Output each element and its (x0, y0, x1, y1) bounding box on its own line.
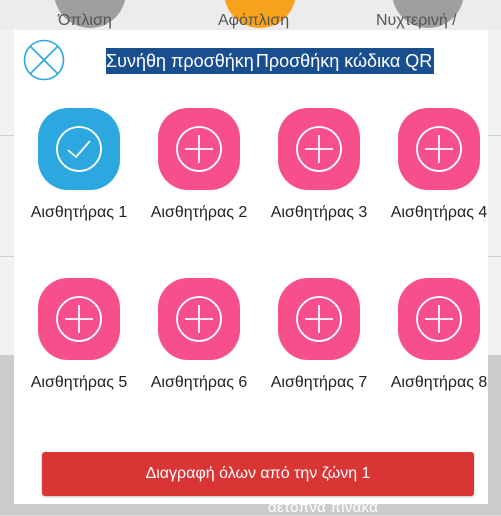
sensor-selected-badge (38, 108, 120, 190)
sensor-add-badge (398, 108, 480, 190)
plus-icon (176, 126, 222, 172)
sensor-add-badge (158, 278, 240, 360)
plus-icon (176, 296, 222, 342)
sensor-label: Αισθητήρας 4 (390, 204, 488, 221)
sensor-label: Αισθητήρας 5 (30, 374, 128, 391)
night-mode-label: Νυχτερινή / (376, 12, 457, 29)
arm-label: Όπλιση (58, 12, 112, 29)
plus-icon (296, 126, 342, 172)
sensor-add-badge (158, 108, 240, 190)
delete-all-zone-button[interactable]: Διαγραφή όλων από την ζώνη 1 (42, 452, 474, 496)
plus-icon (416, 126, 462, 172)
check-icon (56, 126, 102, 172)
plus-icon (416, 296, 462, 342)
sensor-add-badge (278, 108, 360, 190)
close-icon (23, 39, 65, 81)
sensor-add-badge (398, 278, 480, 360)
sensor-label: Αισθητήρας 7 (270, 374, 368, 391)
sensor-add-badge (38, 278, 120, 360)
sensor-label: Αισθητήρας 3 (270, 204, 368, 221)
tab-qr-code-add[interactable]: Προσθήκη κώδικα QR (256, 48, 434, 74)
add-sensor-dialog: Συνήθη προσθήκη Προσθήκη κώδικα QR Αισθη… (14, 30, 488, 504)
add-mode-tabs: Συνήθη προσθήκη Προσθήκη κώδικα QR (106, 48, 435, 74)
close-button[interactable] (22, 38, 66, 82)
sensor-add-badge (278, 278, 360, 360)
sensor-label: Αισθητήρας 1 (30, 204, 128, 221)
sensor-label: Αισθητήρας 6 (150, 374, 248, 391)
sensor-label: Αισθητήρας 8 (390, 374, 488, 391)
disarm-label: Αφόπλιση (218, 12, 290, 29)
plus-icon (56, 296, 102, 342)
tab-standard-add[interactable]: Συνήθη προσθήκη (106, 48, 256, 74)
background-header: Όπλιση Αφόπλιση Νυχτερινή / (0, 0, 501, 30)
plus-icon (296, 296, 342, 342)
sensor-label: Αισθητήρας 2 (150, 204, 248, 221)
